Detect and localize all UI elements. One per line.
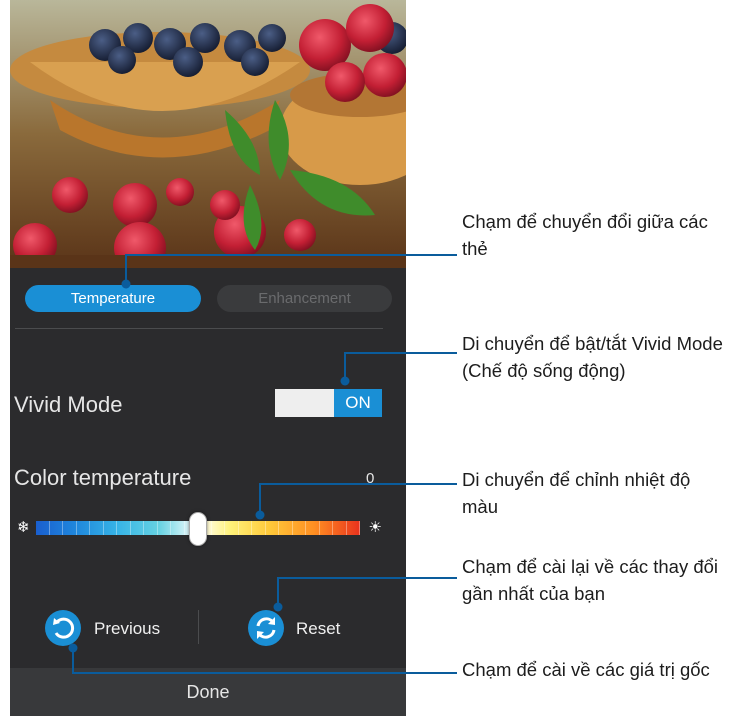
color-temperature-slider[interactable]: ❄ ☀ — [14, 512, 384, 546]
done-button[interactable]: Done — [10, 668, 406, 716]
slider-thumb[interactable] — [189, 512, 207, 546]
toggle-on-label: ON — [334, 389, 382, 417]
phone-screen: Temperature Enhancement — [10, 0, 406, 716]
button-divider — [198, 610, 199, 644]
tab-temperature[interactable]: Temperature — [25, 285, 201, 312]
preview-photo — [10, 0, 406, 268]
previous-button[interactable] — [45, 610, 81, 646]
callout-reset: Chạm để cài lại về các thay đổi gần nhất… — [462, 556, 719, 604]
color-temperature-value: 0 — [366, 470, 375, 487]
reset-label[interactable]: Reset — [296, 619, 340, 639]
previous-label[interactable]: Previous — [94, 619, 160, 639]
tab-enhancement[interactable]: Enhancement — [217, 285, 392, 312]
snowflake-icon: ❄ — [17, 519, 30, 536]
reset-button[interactable] — [248, 610, 284, 646]
callout-previous: Chạm để cài về các giá trị gốc — [462, 659, 710, 680]
vivid-mode-toggle[interactable]: ON — [275, 389, 382, 417]
sun-icon: ☀ — [368, 519, 382, 536]
callout-tabs: Chạm để chuyển đổi giữa các thẻ — [462, 211, 708, 259]
refresh-icon — [256, 617, 276, 639]
undo-icon — [53, 617, 75, 639]
section-divider — [15, 328, 383, 329]
callout-slider: Di chuyển để chỉnh nhiệt độ màu — [462, 469, 691, 517]
color-temperature-label: Color temperature — [14, 465, 192, 490]
vivid-mode-label: Vivid Mode — [14, 392, 123, 417]
callout-vivid: Di chuyển để bật/tắt Vivid Mode (Chế độ … — [462, 333, 723, 381]
